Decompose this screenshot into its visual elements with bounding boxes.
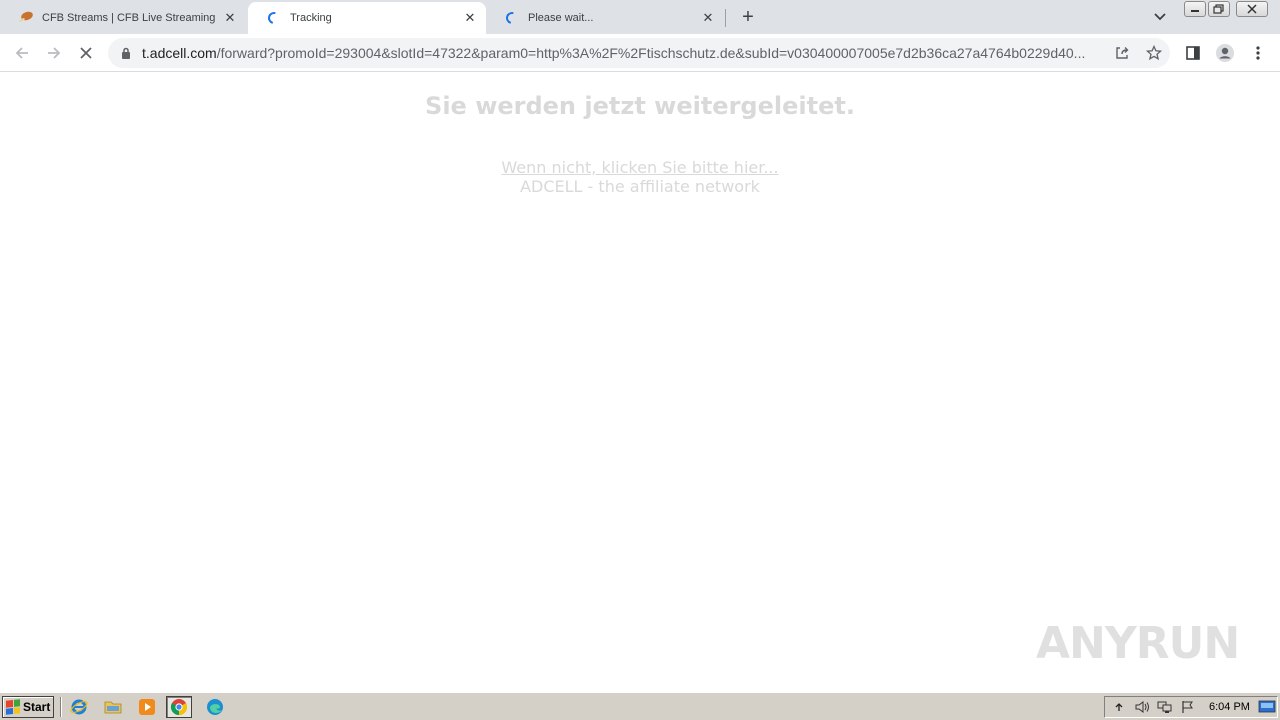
start-button[interactable]: Start: [2, 696, 54, 718]
media-player-icon[interactable]: [134, 696, 160, 718]
close-icon[interactable]: ✕: [462, 10, 478, 26]
network-tagline: ADCELL - the affiliate network: [520, 177, 760, 196]
watermark-right: RUN: [1135, 617, 1240, 669]
star-icon[interactable]: [1144, 43, 1164, 63]
show-desktop-icon[interactable]: [1258, 699, 1276, 715]
loading-spinner-icon: [265, 9, 283, 27]
close-window-button[interactable]: [1236, 1, 1268, 17]
anyrun-watermark: ANY RUN: [1036, 608, 1240, 678]
minimize-button[interactable]: [1184, 1, 1206, 17]
windows-flag-icon: [6, 699, 20, 715]
tab-please-wait[interactable]: Please wait... ✕: [486, 2, 724, 34]
ie-icon[interactable]: [66, 696, 92, 718]
start-label: Start: [23, 700, 51, 714]
stop-icon[interactable]: [73, 40, 99, 66]
chevron-down-icon[interactable]: [1150, 8, 1170, 26]
tab-separator: [725, 9, 726, 27]
page-content: Sie werden jetzt weitergeleitet. Wenn ni…: [0, 72, 1280, 692]
chrome-icon[interactable]: [166, 696, 192, 718]
lock-icon[interactable]: [118, 45, 134, 61]
close-icon[interactable]: ✕: [700, 10, 716, 26]
url-text: t.adcell.com/forward?promoId=293004&slot…: [142, 45, 1104, 61]
redirect-link[interactable]: Wenn nicht, klicken Sie bitte hier...: [0, 158, 1280, 177]
show-hidden-icons-icon[interactable]: [1110, 699, 1128, 715]
address-bar[interactable]: t.adcell.com/forward?promoId=293004&slot…: [108, 38, 1170, 68]
volume-icon[interactable]: [1133, 699, 1151, 715]
edge-icon[interactable]: [202, 696, 228, 718]
loading-spinner-icon: [503, 9, 521, 27]
flag-icon[interactable]: [1179, 699, 1197, 715]
taskbar-separator: [60, 697, 62, 717]
profile-icon[interactable]: [1212, 40, 1238, 66]
plus-icon[interactable]: +: [736, 5, 760, 29]
folder-icon[interactable]: [100, 696, 126, 718]
browser-toolbar: t.adcell.com/forward?promoId=293004&slot…: [0, 34, 1280, 72]
network-icon[interactable]: [1156, 699, 1174, 715]
restore-button[interactable]: [1208, 1, 1230, 17]
chicken-leg-favicon-icon: [18, 10, 34, 26]
taskbar: Start 6:04 PM: [0, 692, 1280, 720]
kebab-menu-icon[interactable]: [1245, 40, 1271, 66]
back-arrow-icon[interactable]: [9, 40, 35, 66]
redirect-heading: Sie werden jetzt weitergeleitet.: [425, 92, 855, 120]
close-icon[interactable]: ✕: [222, 10, 238, 26]
url-path: /forward?promoId=293004&slotId=47322&par…: [216, 45, 1086, 61]
tab-title: CFB Streams | CFB Live Streaming -: [42, 12, 218, 24]
tab-tracking[interactable]: Tracking ✕: [248, 2, 486, 34]
forward-arrow-icon[interactable]: [41, 40, 67, 66]
tab-title: Please wait...: [528, 12, 594, 24]
url-host: t.adcell.com: [142, 45, 217, 61]
taskbar-clock[interactable]: 6:04 PM: [1209, 701, 1250, 713]
share-icon[interactable]: [1112, 43, 1132, 63]
watermark-left: ANY: [1036, 617, 1137, 669]
side-panel-icon[interactable]: [1180, 40, 1206, 66]
system-tray: 6:04 PM: [1104, 696, 1278, 718]
tab-cfb-streams[interactable]: CFB Streams | CFB Live Streaming - ✕: [0, 2, 246, 34]
tab-title: Tracking: [290, 12, 332, 24]
tab-strip: CFB Streams | CFB Live Streaming - ✕ Tra…: [0, 0, 1280, 34]
